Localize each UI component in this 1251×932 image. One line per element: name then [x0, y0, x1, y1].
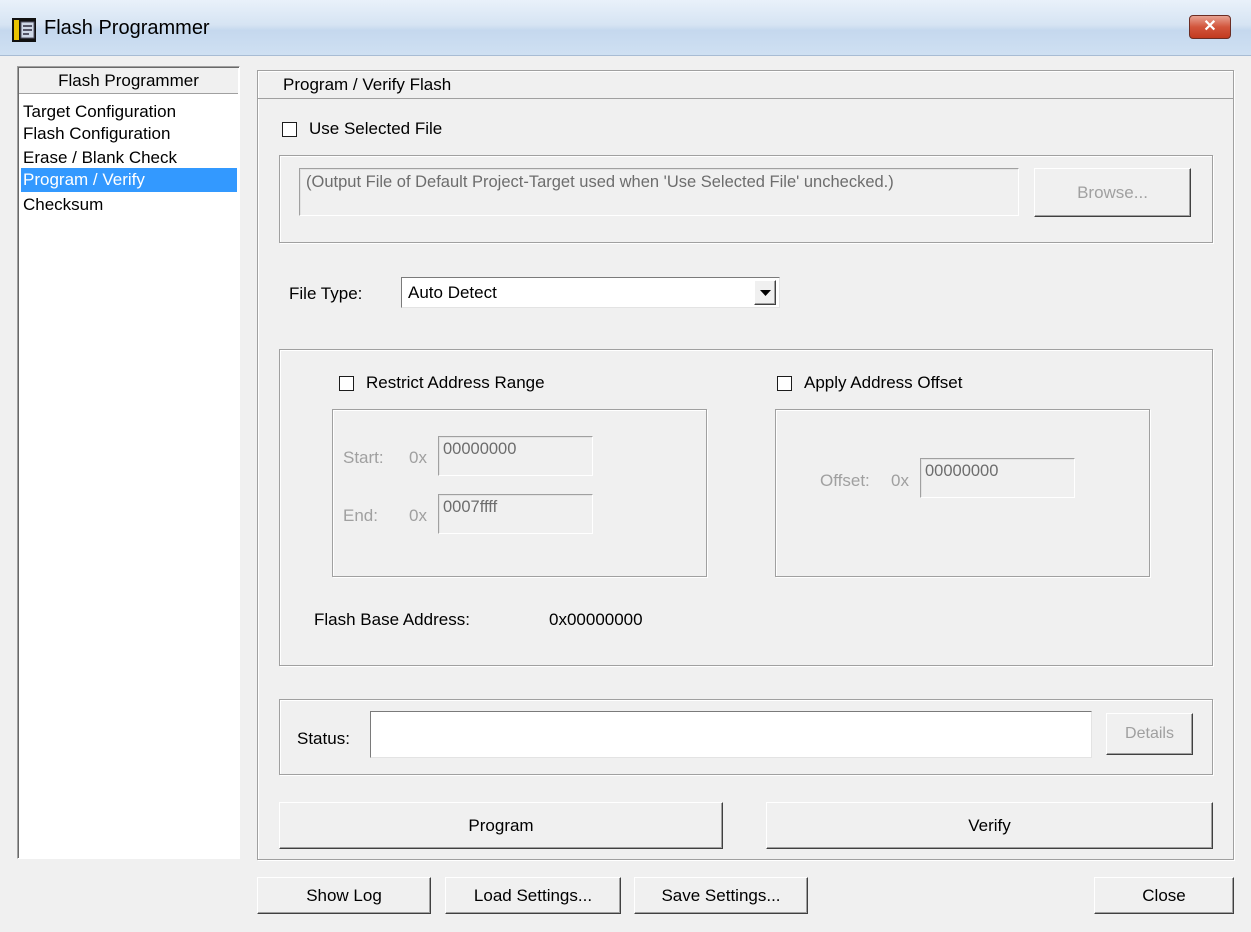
save-settings-button[interactable]: Save Settings... [634, 877, 808, 914]
nav-item-target-configuration[interactable]: Target Configuration [21, 100, 237, 124]
nav-header[interactable]: Flash Programmer [19, 68, 238, 94]
app-icon [12, 18, 36, 42]
end-label: End: [343, 506, 378, 525]
file-type-label: File Type: [289, 284, 363, 303]
restrict-address-range-checkbox[interactable] [339, 376, 354, 391]
apply-address-offset-label: Apply Address Offset [804, 373, 963, 392]
start-prefix: 0x [409, 448, 427, 467]
start-label: Start: [343, 448, 384, 467]
browse-button[interactable]: Browse... [1034, 168, 1191, 217]
file-type-select[interactable]: Auto Detect [401, 277, 780, 308]
end-address-field[interactable]: 0007ffff [438, 494, 593, 534]
window-title: Flash Programmer [44, 17, 210, 39]
use-selected-file-label: Use Selected File [309, 119, 443, 138]
nav-item-program-verify[interactable]: Program / Verify [21, 168, 237, 192]
load-settings-button[interactable]: Load Settings... [445, 877, 621, 914]
offset-prefix: 0x [891, 471, 909, 490]
details-button[interactable]: Details [1106, 713, 1193, 755]
end-prefix: 0x [409, 506, 427, 525]
nav-item-flash-configuration[interactable]: Flash Configuration [21, 122, 237, 146]
chevron-down-icon [760, 290, 771, 296]
offset-label: Offset: [820, 471, 870, 490]
verify-button[interactable]: Verify [766, 802, 1213, 849]
file-path-field[interactable]: (Output File of Default Project-Target u… [299, 168, 1019, 216]
close-icon: ✕ [1203, 18, 1217, 35]
apply-address-offset-checkbox[interactable] [777, 376, 792, 391]
status-field[interactable] [370, 711, 1092, 758]
nav-item-erase-blank-check[interactable]: Erase / Blank Check [21, 146, 237, 170]
dropdown-button[interactable] [754, 280, 776, 305]
flash-base-address-label: Flash Base Address: [314, 610, 470, 629]
address-range-frame [332, 409, 707, 577]
use-selected-file-checkbox[interactable] [282, 122, 297, 137]
status-label: Status: [297, 729, 350, 748]
nav-item-checksum[interactable]: Checksum [21, 193, 237, 217]
offset-field[interactable]: 00000000 [920, 458, 1075, 498]
close-button[interactable]: Close [1094, 877, 1234, 914]
window-close-button[interactable]: ✕ [1189, 15, 1231, 39]
show-log-button[interactable]: Show Log [257, 877, 431, 914]
start-address-field[interactable]: 00000000 [438, 436, 593, 476]
restrict-address-range-label: Restrict Address Range [366, 373, 545, 392]
file-type-value: Auto Detect [408, 283, 497, 302]
panel-title: Program / Verify Flash [258, 71, 1233, 99]
program-button[interactable]: Program [279, 802, 723, 849]
flash-base-address-value: 0x00000000 [549, 610, 643, 629]
